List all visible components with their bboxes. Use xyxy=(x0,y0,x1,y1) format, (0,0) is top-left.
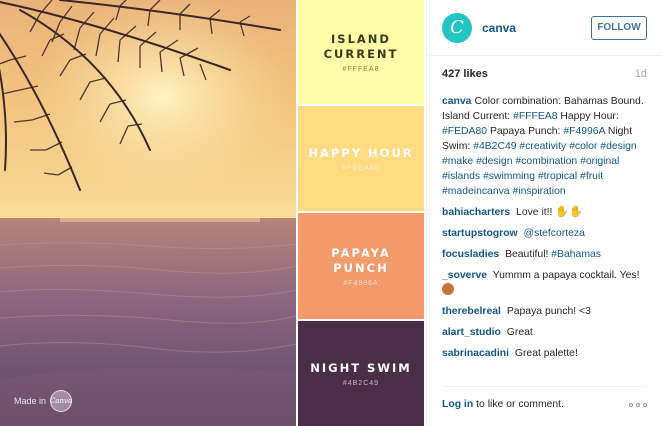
comment-username[interactable]: startupstogrow xyxy=(442,228,518,239)
swatch-hex: #FEDA80 xyxy=(342,164,380,172)
comment-username[interactable]: bahiacharters xyxy=(442,207,510,218)
caption-hashtag-link[interactable]: #swimming xyxy=(483,171,535,182)
follow-button[interactable]: FOLLOW xyxy=(591,15,647,40)
caption: canva Color combination: Bahamas Bound. I… xyxy=(442,94,650,199)
comment-text: Yummm a papaya cocktail. Yes! xyxy=(492,270,640,281)
caption-hashtag-link[interactable]: #inspiration xyxy=(512,186,565,197)
caption-hashtag-link[interactable]: #design xyxy=(476,156,512,167)
caption-hashtag-link[interactable]: #madeincanva xyxy=(442,186,510,197)
swatch-name: NIGHT SWIM xyxy=(310,360,412,375)
comment-hashtag-link[interactable]: #Bahamas xyxy=(551,249,601,260)
emoji-face-icon xyxy=(442,283,454,295)
ellipsis-icon[interactable] xyxy=(629,402,647,407)
comment-text: Great xyxy=(506,327,533,338)
comment-item: _soverve Yummm a papaya cocktail. Yes! xyxy=(442,268,650,298)
comment-username[interactable]: alart_studio xyxy=(442,327,501,338)
swatch-happy-hour: HAPPY HOUR #FEDA80 xyxy=(298,106,424,211)
comment-text: Great palette! xyxy=(514,348,578,359)
comments-list: canva Color combination: Bahamas Bound. I… xyxy=(442,94,650,367)
caption-hashtag-link[interactable]: #FEDA80 xyxy=(442,126,487,137)
swatch-name: ISLAND CURRENT xyxy=(323,31,399,61)
watermark-text: Made in xyxy=(14,396,47,406)
caption-hashtag-link[interactable]: #F4996A xyxy=(563,126,605,137)
caption-hashtag-link[interactable]: #islands xyxy=(442,171,480,182)
beach-photo: Made in Canva xyxy=(0,0,296,426)
post-username[interactable]: canva xyxy=(482,21,516,35)
comment-item: therebelreal Papaya punch! <3 xyxy=(442,304,650,319)
comment-item: startupstogrow @stefcorteza xyxy=(442,226,650,241)
caption-hashtag-link[interactable]: #make xyxy=(442,156,473,167)
swatch-night-swim: NIGHT SWIM #4B2C49 xyxy=(298,321,424,426)
post-time[interactable]: 1d xyxy=(635,68,647,80)
comment-item: focusladies Beautiful! #Bahamas xyxy=(442,247,650,262)
footer-text: to like or comment. xyxy=(476,399,564,410)
comment-username[interactable]: focusladies xyxy=(442,249,499,260)
post-stats: 427 likes 1d xyxy=(442,68,647,80)
caption-hashtag-link[interactable]: #creativity xyxy=(519,141,566,152)
raised-hands-icon: ✋✋ xyxy=(555,206,583,218)
caption-username[interactable]: canva xyxy=(442,96,471,107)
post-side-panel: C canva FOLLOW 427 likes 1d canva Color c… xyxy=(426,0,662,426)
post-header: C canva FOLLOW xyxy=(427,0,662,56)
swatch-hex: #F4996A xyxy=(343,279,379,287)
caption-text: Color combination: Bahamas Bound. Island… xyxy=(442,96,644,197)
swatch-papaya-punch: PAPAYA PUNCH #F4996A xyxy=(298,213,424,319)
caption-hashtag-link[interactable]: #combination xyxy=(515,156,577,167)
comment-text: Love it!! xyxy=(516,207,553,218)
swatch-name: HAPPY HOUR xyxy=(308,145,414,160)
likes-count[interactable]: 427 likes xyxy=(442,68,488,80)
swatch-hex: #FFFEA8 xyxy=(342,65,380,73)
caption-hashtag-link[interactable]: #design xyxy=(600,141,636,152)
comment-username[interactable]: _soverve xyxy=(442,270,487,281)
caption-hashtag-link[interactable]: #color xyxy=(569,141,597,152)
comment-item: sabrinacadini Great palette! xyxy=(442,346,650,361)
caption-hashtag-link[interactable]: #original xyxy=(580,156,619,167)
color-palette: ISLAND CURRENT #FFFEA8 HAPPY HOUR #FEDA8… xyxy=(296,0,426,426)
comment-item: alart_studio Great xyxy=(442,325,650,340)
caption-hashtag-link[interactable]: #tropical xyxy=(538,171,577,182)
caption-hashtag-link[interactable]: #4B2C49 xyxy=(473,141,516,152)
swatch-hex: #4B2C49 xyxy=(342,379,380,387)
caption-text-segment: Papaya Punch: xyxy=(487,126,564,137)
post-footer: Log in to like or comment. xyxy=(442,386,647,410)
caption-text-segment: Happy Hour: xyxy=(557,111,619,122)
caption-hashtag-link[interactable]: #FFFEA8 xyxy=(513,111,557,122)
swatch-name: PAPAYA PUNCH xyxy=(331,245,391,275)
swatch-island-current: ISLAND CURRENT #FFFEA8 xyxy=(298,0,424,104)
post-image[interactable]: Made in Canva ISLAND CURRENT #FFFEA8 HAP… xyxy=(0,0,426,426)
avatar[interactable]: C xyxy=(442,12,472,43)
caption-hashtag-link[interactable]: #fruit xyxy=(580,171,603,182)
canva-watermark-logo: Canva xyxy=(50,390,72,412)
sunset-beach-illustration xyxy=(0,0,296,426)
login-link[interactable]: Log in xyxy=(442,399,473,410)
comment-username[interactable]: therebelreal xyxy=(442,306,501,317)
avatar-letter: C xyxy=(450,17,464,38)
made-in-canva-watermark: Made in Canva xyxy=(14,390,72,412)
comment-username[interactable]: sabrinacadini xyxy=(442,348,509,359)
comment-mention-link[interactable]: @stefcorteza xyxy=(524,228,585,239)
comment-item: bahiacharters Love it!! ✋✋ xyxy=(442,205,650,220)
comment-text: Papaya punch! <3 xyxy=(506,306,591,317)
comment-text: Beautiful! xyxy=(505,249,549,260)
